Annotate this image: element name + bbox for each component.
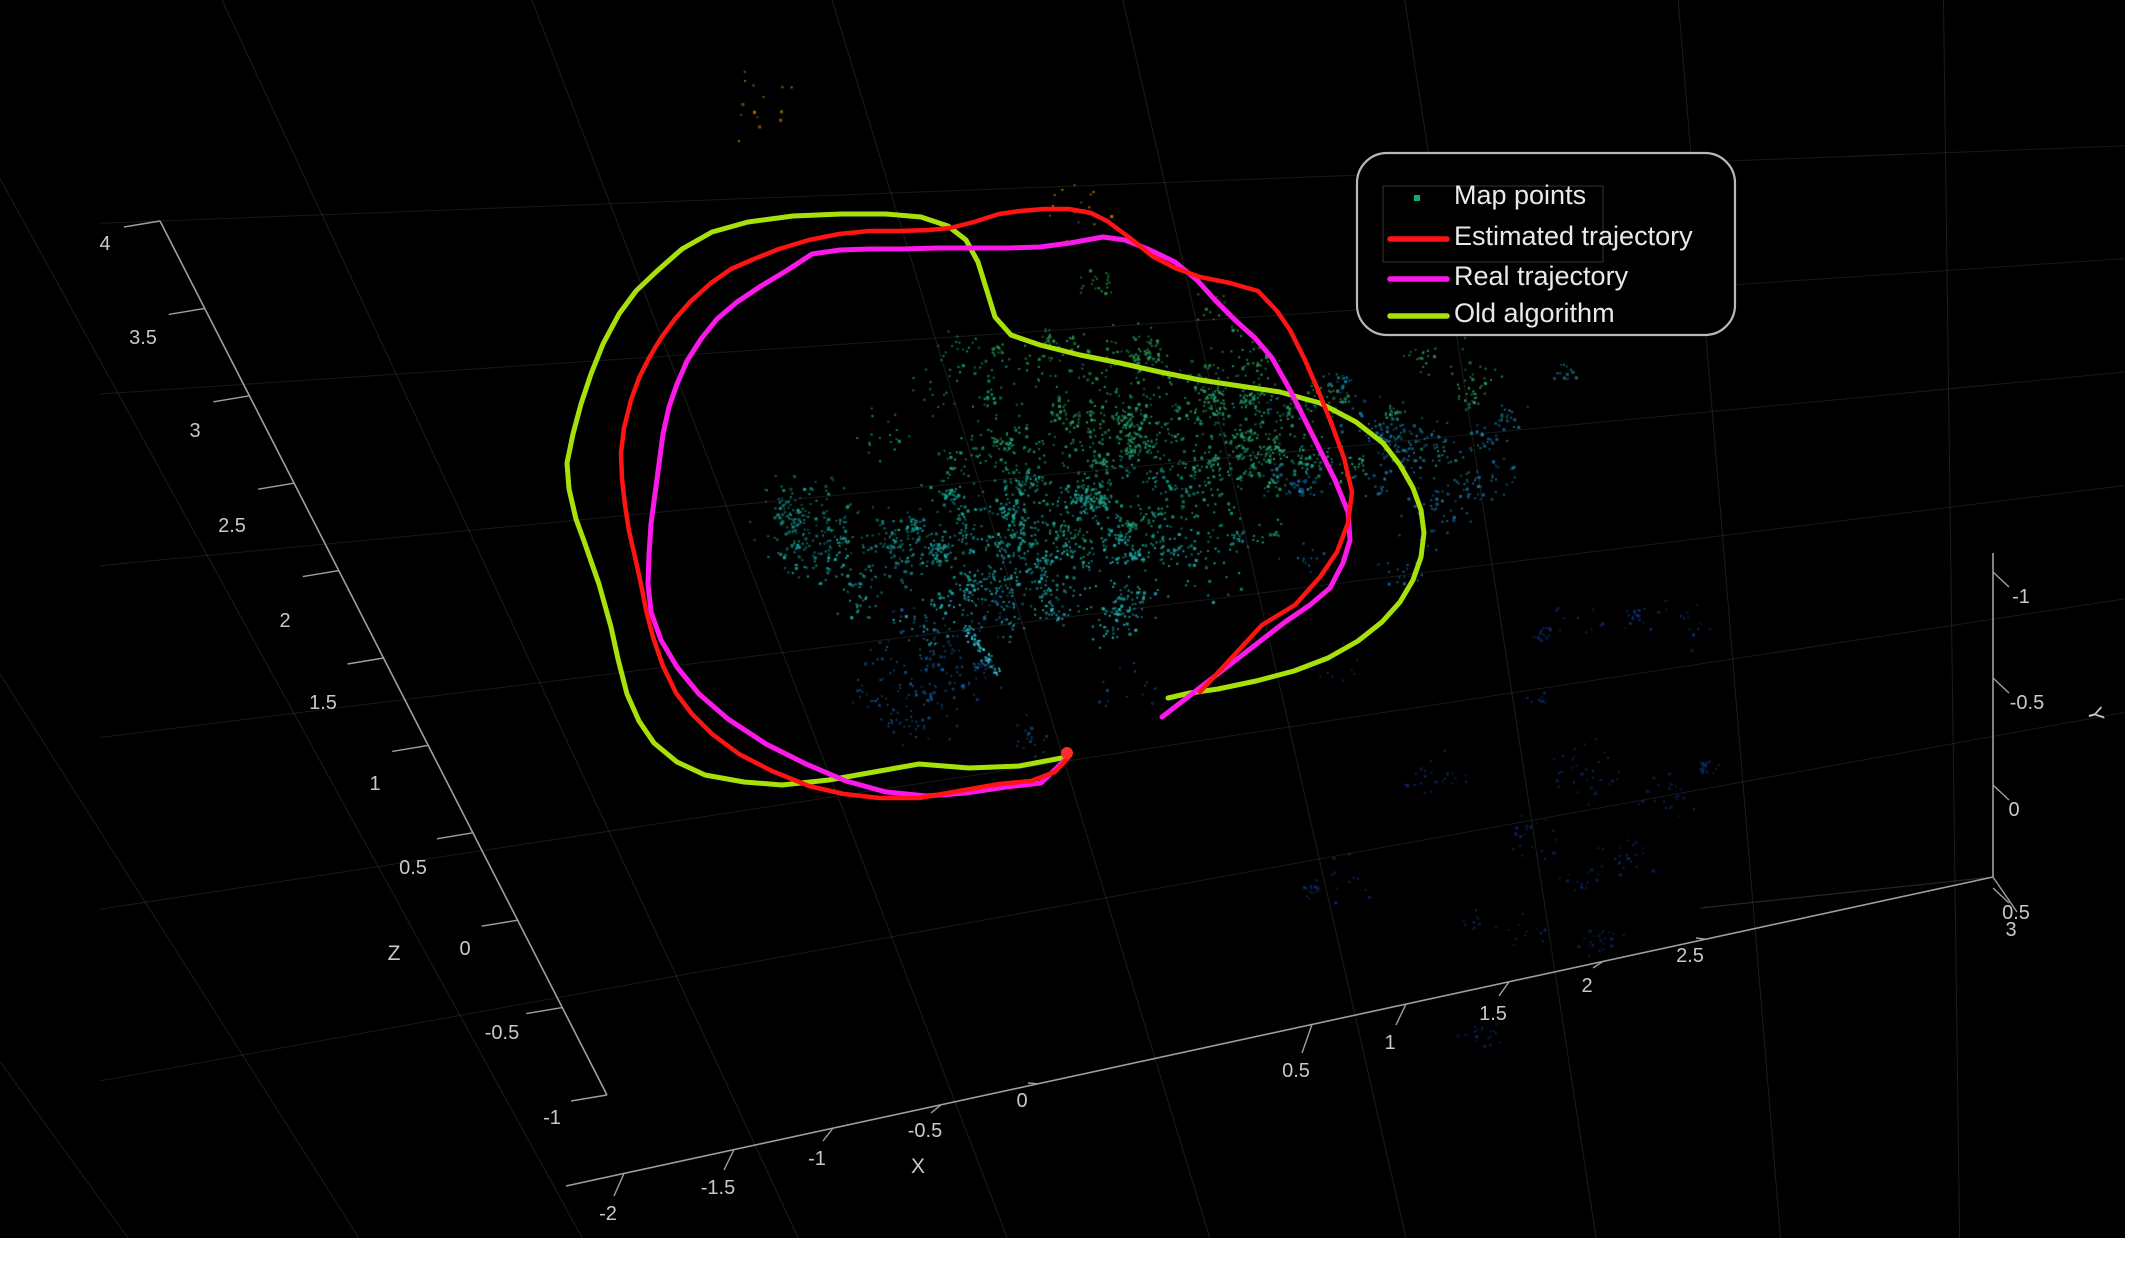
z-axis-tick-label: 3.5 [129,327,157,349]
x-axis-tick [614,1173,624,1196]
x-axis-tick-label: 2.5 [1676,945,1704,967]
y-axis-tick [1993,888,2009,903]
z-axis-tick [258,483,294,489]
legend-item-label: Real trajectory [1454,261,1629,291]
x-axis-line [566,877,1993,1186]
z-axis-tick [213,396,249,402]
axes: 4 3.5 3 2.5 2 1.5 1 0.5 0 -0.5 -1 Z -2 -1.5 -1 -0.5 0 0.5… [99,221,2108,1225]
grid-line-steep [832,0,1210,1238]
z-axis-tick [437,833,473,839]
grid-lines [0,0,2125,1238]
y-axis-tick [1993,785,2009,800]
z-axis-tick-label: 2 [279,610,290,632]
x-axis-tick-label: 1 [1384,1032,1395,1054]
z-axis-tick [482,920,518,926]
x-axis-tick-label: -1 [808,1148,826,1170]
grid-line-steep [222,0,798,1238]
x-axis-tick-label: 0 [1016,1090,1027,1112]
x-axis-tick [724,1150,734,1170]
grid-line-steep [0,0,359,1238]
trajectories [567,209,1424,798]
legend-item-label: Map points [1454,180,1586,210]
x-axis-tick [1696,938,1706,939]
grid-line-steep [0,0,582,1238]
z-axis-tick-label: 0 [459,938,470,960]
x-axis-tick [1028,1083,1038,1084]
z-axis-tick [169,308,205,314]
y-axis-tick-label: 0.5 [2002,902,2030,924]
grid-line-shallow [100,372,2125,566]
z-axis-tick-label: 3 [189,420,200,442]
trajectory-start-marker [1061,747,1073,759]
grid-line-shallow [100,259,2125,394]
bottom-margin-strip [0,1238,2141,1265]
y-axis-title: Y [2082,705,2108,724]
x-axis-tick [1396,1004,1406,1025]
z-axis-tick-label: -0.5 [485,1022,519,1044]
x-axis-tick [1302,1024,1312,1053]
figure-margin [0,0,2141,1265]
grid-line-steep [1943,0,1959,1238]
grid-corner-tail [1700,877,1993,908]
plot-area: 4 3.5 3 2.5 2 1.5 1 0.5 0 -0.5 -1 Z -2 -1.5 -1 -0.5 0 0.5… [0,0,2141,1265]
figure: 4 3.5 3 2.5 2 1.5 1 0.5 0 -0.5 -1 Z -2 -1.5 -1 -0.5 0 0.5… [0,0,2141,1265]
z-axis-tick [526,1008,562,1014]
legend-item-label: Old algorithm [1454,298,1615,328]
z-axis-title: Z [388,942,401,965]
z-axis-tick-label: 1 [369,773,380,795]
y-axis-tick-label: -0.5 [2010,692,2044,714]
z-axis-tick-label: -1 [543,1107,561,1129]
y-axis-tick [1993,572,2009,587]
y-axis-tick [1993,678,2009,693]
z-axis-tick [348,658,384,664]
y-axis-tick-label: 0 [2008,799,2019,821]
right-margin-strip [2125,0,2141,1265]
x-axis-tick-label: -0.5 [908,1120,942,1142]
z-axis-tick [392,745,428,751]
z-axis-tick-label: 0.5 [399,857,427,879]
z-axis-tick [303,571,339,577]
grid-line-shallow [100,146,2125,223]
x-axis-tick-label: 0.5 [1282,1060,1310,1082]
legend-item-label: Estimated trajectory [1454,221,1693,251]
grid-line-shallow [100,712,2125,1081]
y-axis-tick-label: -1 [2012,586,2030,608]
z-axis-tick-label: 2.5 [218,515,246,537]
x-axis-tick-label: -2 [599,1203,617,1225]
grid-line-steep [0,0,128,1238]
grid-line-steep [532,0,1007,1238]
x-axis-tick-label: 1.5 [1479,1003,1507,1025]
z-axis-tick-label: 1.5 [309,692,337,714]
x-axis-tick-label: 2 [1581,975,1592,997]
z-axis-tick [571,1095,607,1101]
x-axis-title: X [911,1155,925,1178]
map-points-marker-icon [1414,195,1420,201]
grid-line-shallow [100,485,2125,737]
legend[interactable]: Map points Estimated trajectory Real traje… [1357,153,1735,335]
z-axis-tick-label: 4 [99,233,110,255]
x-axis-tick-label: -1.5 [701,1177,735,1199]
